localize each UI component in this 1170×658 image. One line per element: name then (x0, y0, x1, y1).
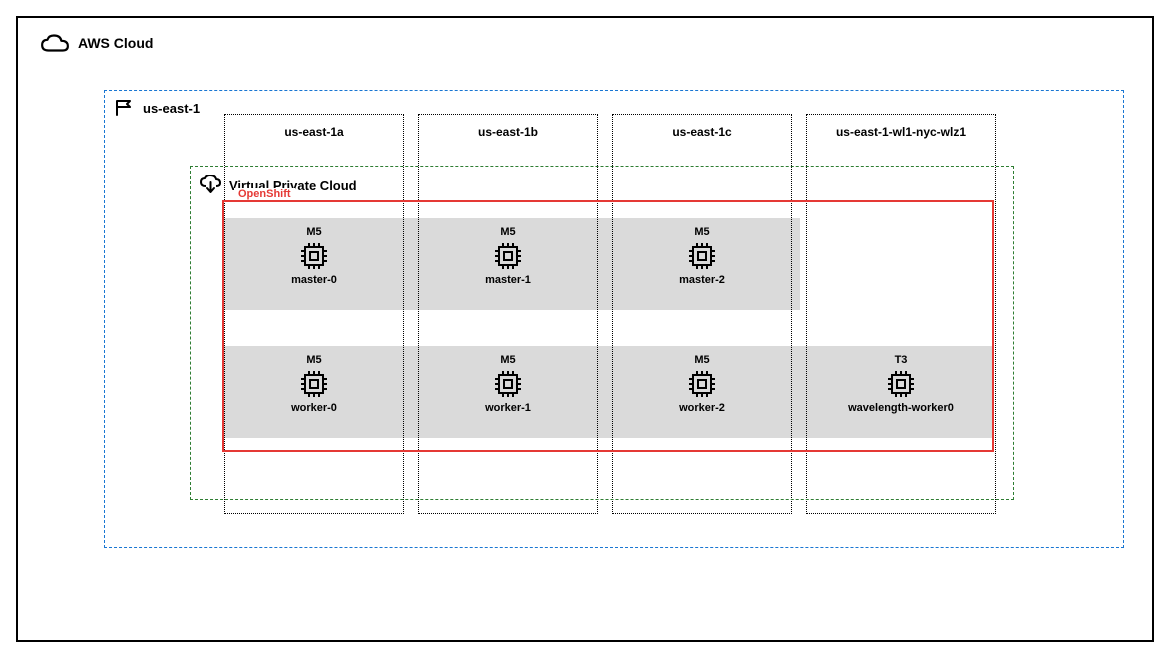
chip-icon (493, 369, 523, 399)
az-name: us-east-1b (419, 125, 597, 139)
node-name: worker-2 (679, 402, 725, 414)
instance-type: M5 (694, 226, 709, 238)
chip-icon (299, 369, 329, 399)
instance-type: M5 (694, 354, 709, 366)
openshift-text: OpenShift (234, 188, 295, 200)
instance-type: M5 (306, 226, 321, 238)
az-name: us-east-1c (613, 125, 791, 139)
aws-cloud-box: AWS Cloud us-east-1 us-east-1a us-east-1… (16, 16, 1154, 642)
region-text: us-east-1 (143, 101, 200, 116)
node-worker-0: M5 worker-0 (224, 354, 404, 414)
node-name: worker-1 (485, 402, 531, 414)
instance-type: M5 (306, 354, 321, 366)
aws-cloud-text: AWS Cloud (78, 35, 153, 51)
region-label: us-east-1 (113, 99, 200, 117)
instance-type: M5 (500, 354, 515, 366)
cloud-icon (40, 32, 70, 54)
instance-type: M5 (500, 226, 515, 238)
node-wavelength-worker0: T3 wavelength-worker0 (806, 354, 996, 414)
chip-icon (493, 241, 523, 271)
instance-type: T3 (895, 354, 908, 366)
node-name: master-1 (485, 274, 531, 286)
chip-icon (687, 241, 717, 271)
chip-icon (299, 241, 329, 271)
chip-icon (687, 369, 717, 399)
az-name: us-east-1a (225, 125, 403, 139)
az-name: us-east-1-wl1-nyc-wlz1 (807, 125, 995, 139)
flag-icon (113, 99, 135, 117)
node-worker-2: M5 worker-2 (612, 354, 792, 414)
node-name: worker-0 (291, 402, 337, 414)
aws-cloud-label: AWS Cloud (40, 32, 153, 54)
node-name: master-0 (291, 274, 337, 286)
chip-icon (886, 369, 916, 399)
node-name: wavelength-worker0 (848, 402, 954, 414)
node-name: master-2 (679, 274, 725, 286)
node-worker-1: M5 worker-1 (418, 354, 598, 414)
cloud-download-icon (199, 175, 221, 195)
node-master-1: M5 master-1 (418, 226, 598, 286)
node-master-0: M5 master-0 (224, 226, 404, 286)
node-master-2: M5 master-2 (612, 226, 792, 286)
